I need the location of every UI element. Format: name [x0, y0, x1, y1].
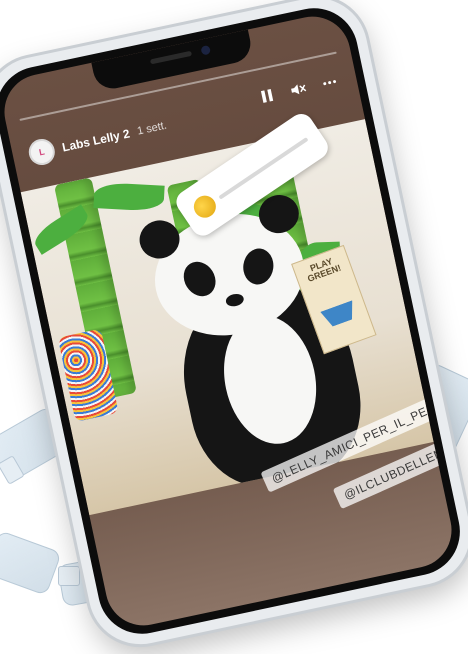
phone-frame: L Labs Lelly 2 1 sett. [0, 0, 468, 654]
mute-icon[interactable] [288, 79, 309, 100]
bottle-cap-decoration [58, 566, 80, 586]
story-controls [256, 72, 340, 107]
pause-icon[interactable] [256, 85, 277, 106]
leaf-decoration [93, 182, 164, 212]
story-username[interactable]: Labs Lelly 2 [61, 127, 131, 155]
speaker-grille [150, 51, 192, 65]
front-camera [200, 45, 211, 56]
emoji-slider-handle-icon[interactable] [190, 191, 221, 222]
panda-eye [177, 256, 222, 302]
panda-nose [225, 292, 245, 307]
avatar[interactable]: L [26, 137, 57, 168]
phone-notch [91, 30, 254, 93]
panda-eye [241, 247, 276, 287]
plastic-bottle-decoration [0, 530, 62, 596]
phone-bezel: L Labs Lelly 2 1 sett. [0, 0, 468, 642]
story-screen: L Labs Lelly 2 1 sett. [0, 10, 459, 633]
paper-boat-icon [320, 300, 358, 329]
more-icon[interactable] [319, 72, 340, 93]
story-timestamp: 1 sett. [136, 120, 168, 138]
